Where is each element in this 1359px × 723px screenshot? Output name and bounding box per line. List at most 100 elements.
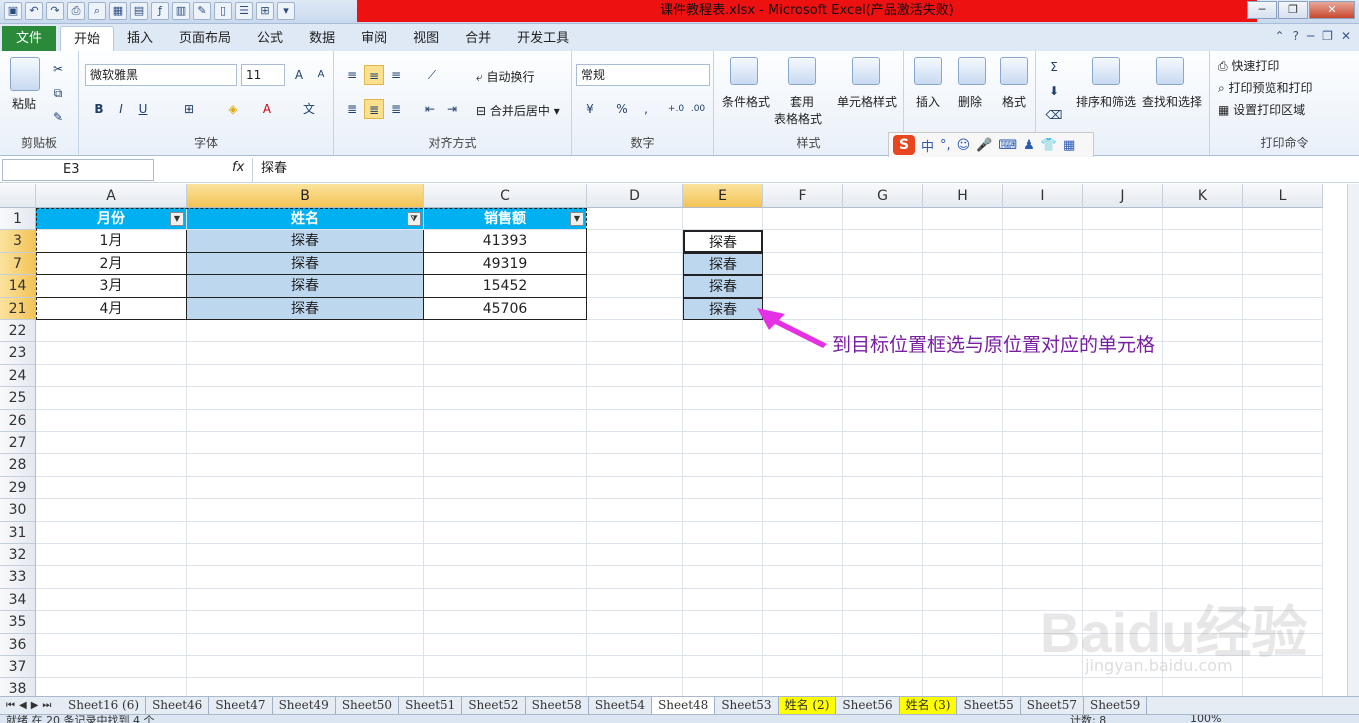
cell[interactable]: [36, 544, 187, 567]
cell[interactable]: [683, 320, 763, 343]
table-data-cell[interactable]: 2月: [36, 252, 187, 276]
cell[interactable]: [587, 409, 683, 432]
cell[interactable]: [923, 297, 1003, 320]
doc-icon[interactable]: ▯: [214, 2, 232, 20]
cell[interactable]: [1163, 230, 1243, 253]
cell[interactable]: [587, 275, 683, 298]
cell[interactable]: [763, 499, 843, 522]
cell[interactable]: [1163, 432, 1243, 455]
row-header[interactable]: 33: [0, 566, 36, 589]
cell[interactable]: [187, 454, 424, 477]
cell[interactable]: [1163, 208, 1243, 231]
percent-button[interactable]: %: [612, 99, 632, 119]
cell[interactable]: [763, 633, 843, 656]
row-header[interactable]: 35: [0, 611, 36, 634]
cell[interactable]: [1003, 297, 1083, 320]
form-icon[interactable]: ▥: [172, 2, 190, 20]
filter-dropdown-icon[interactable]: ▼: [570, 212, 584, 226]
cell[interactable]: [587, 230, 683, 253]
column-header[interactable]: J: [1083, 184, 1163, 208]
cell[interactable]: [1163, 476, 1243, 500]
save-icon[interactable]: ▣: [4, 2, 22, 20]
help-icon[interactable]: ?: [1293, 29, 1299, 43]
cell[interactable]: [1163, 297, 1243, 320]
cell[interactable]: [763, 476, 843, 500]
cut-icon[interactable]: ✂: [48, 59, 68, 79]
sheet-tab[interactable]: Sheet51: [399, 697, 463, 714]
cell[interactable]: [683, 544, 763, 567]
format-table-label2[interactable]: 表格格式: [774, 110, 822, 127]
table-header-cell[interactable]: 月份 ▼: [36, 208, 187, 231]
table-data-cell[interactable]: 探春: [187, 230, 424, 253]
cell[interactable]: [587, 454, 683, 477]
cell[interactable]: [923, 409, 1003, 432]
cell[interactable]: [1083, 476, 1163, 500]
table-data-cell[interactable]: 45706: [424, 297, 587, 320]
cell[interactable]: [36, 521, 187, 544]
preview-icon[interactable]: ⌕: [88, 2, 106, 20]
sum-icon[interactable]: Σ: [1044, 57, 1064, 77]
row-header[interactable]: 24: [0, 364, 36, 388]
cell[interactable]: [587, 297, 683, 320]
cell[interactable]: [923, 678, 1003, 696]
cell[interactable]: [683, 678, 763, 696]
target-cell[interactable]: 探春: [683, 252, 763, 276]
row-header[interactable]: 23: [0, 342, 36, 365]
cell[interactable]: [843, 208, 923, 231]
table-data-cell[interactable]: 探春: [187, 275, 424, 298]
phonetic-icon[interactable]: 文: [299, 99, 319, 119]
cell[interactable]: [763, 208, 843, 231]
cell[interactable]: [1003, 230, 1083, 253]
file-tab[interactable]: 文件: [2, 26, 56, 51]
table-data-cell[interactable]: 41393: [424, 230, 587, 253]
minimize-button[interactable]: ─: [1247, 1, 1277, 19]
cell[interactable]: [683, 499, 763, 522]
cell[interactable]: [843, 432, 923, 455]
orientation-icon[interactable]: ⟋: [422, 65, 442, 85]
vertical-scrollbar[interactable]: [1347, 184, 1359, 696]
cell[interactable]: [1003, 432, 1083, 455]
cell[interactable]: [683, 611, 763, 634]
row-header[interactable]: 38: [0, 678, 36, 696]
cell[interactable]: [763, 656, 843, 679]
cell[interactable]: [1003, 275, 1083, 298]
sheet-tab[interactable]: Sheet56: [836, 697, 900, 714]
sheet-tab[interactable]: Sheet54: [589, 697, 653, 714]
table-icon[interactable]: ▦: [109, 2, 127, 20]
sheet-tab[interactable]: 姓名 (3): [899, 697, 958, 714]
cell[interactable]: [843, 364, 923, 388]
decrease-indent-icon[interactable]: ⇤: [420, 99, 440, 119]
cell[interactable]: [1163, 678, 1243, 696]
cell[interactable]: [843, 588, 923, 612]
merge-center-button[interactable]: ⊟ 合并后居中 ▾: [476, 102, 560, 119]
cell[interactable]: [587, 342, 683, 365]
cell[interactable]: [36, 588, 187, 612]
user-icon[interactable]: ♟: [1023, 138, 1035, 153]
ime-toolbar[interactable]: S 中 °, ☺ 🎤 ⌨ ♟ 👕 ▦: [888, 132, 1094, 158]
cell[interactable]: [1083, 566, 1163, 589]
cell[interactable]: [1163, 320, 1243, 343]
cell[interactable]: [587, 544, 683, 567]
cell[interactable]: [1243, 432, 1323, 455]
cell[interactable]: [36, 633, 187, 656]
conditional-format-icon[interactable]: [730, 57, 758, 85]
doc-min-icon[interactable]: ─: [1307, 29, 1314, 43]
cell[interactable]: [763, 275, 843, 298]
doc-restore-icon[interactable]: ❐: [1322, 29, 1333, 43]
cell[interactable]: [683, 588, 763, 612]
cell[interactable]: [1003, 409, 1083, 432]
cell[interactable]: [1083, 275, 1163, 298]
tab-6[interactable]: 视图: [400, 26, 452, 51]
comma-button[interactable]: ,: [636, 99, 656, 119]
calc-icon[interactable]: ▤: [130, 2, 148, 20]
cell[interactable]: [763, 611, 843, 634]
cell[interactable]: [424, 588, 587, 612]
number-format-select[interactable]: 常规: [576, 64, 710, 86]
grow-font-icon[interactable]: A: [289, 65, 309, 85]
cell[interactable]: [424, 566, 587, 589]
cell[interactable]: [1243, 409, 1323, 432]
cell[interactable]: [587, 656, 683, 679]
cell[interactable]: [1243, 566, 1323, 589]
redo-icon[interactable]: ↷: [46, 2, 64, 20]
cell[interactable]: [843, 678, 923, 696]
